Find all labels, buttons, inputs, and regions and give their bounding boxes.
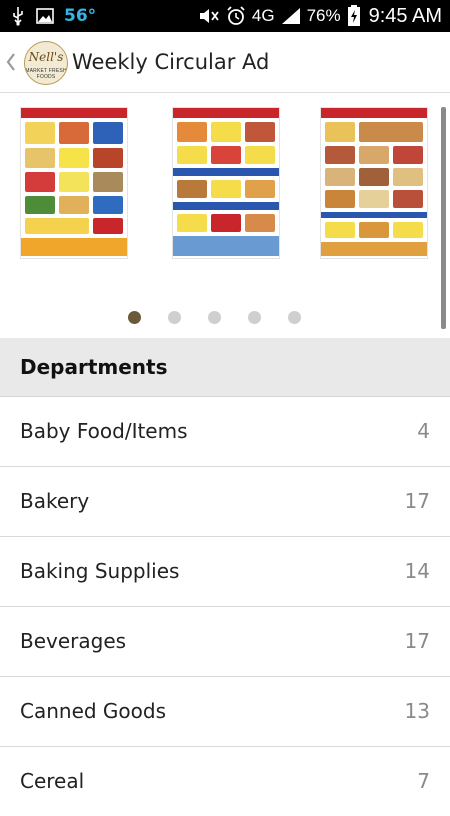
department-row-baby-food[interactable]: Baby Food/Items 4 — [0, 397, 450, 467]
department-count: 7 — [417, 769, 430, 793]
department-label: Beverages — [20, 629, 127, 653]
page-indicator — [0, 310, 450, 326]
page-dot-1[interactable] — [128, 311, 141, 324]
circular-carousel[interactable] — [0, 93, 450, 338]
department-count: 17 — [404, 629, 430, 653]
app-logo[interactable]: Nell's MARKET FRESH FOODS — [24, 41, 68, 85]
department-label: Baking Supplies — [20, 559, 180, 583]
circular-page-1[interactable] — [20, 107, 128, 259]
carousel-scrollbar[interactable] — [441, 107, 446, 329]
circular-page-2[interactable] — [172, 107, 280, 259]
department-label: Bakery — [20, 489, 90, 513]
circular-page-3[interactable] — [320, 107, 428, 259]
department-row-cereal[interactable]: Cereal 7 — [0, 747, 450, 800]
signal-icon — [281, 8, 300, 24]
department-count: 14 — [404, 559, 430, 583]
department-row-beverages[interactable]: Beverages 17 — [0, 607, 450, 677]
battery-percent: 76% — [306, 6, 341, 25]
mute-icon — [199, 9, 219, 23]
temperature-label: 56° — [64, 6, 97, 26]
page-dot-2[interactable] — [168, 311, 181, 324]
department-count: 13 — [404, 699, 430, 723]
department-label: Cereal — [20, 769, 85, 793]
clock: 9:45 AM — [368, 4, 442, 27]
page-dot-4[interactable] — [248, 311, 261, 324]
page-dot-3[interactable] — [208, 311, 221, 324]
action-bar: Nell's MARKET FRESH FOODS Weekly Circula… — [0, 32, 450, 93]
department-row-baking-supplies[interactable]: Baking Supplies 14 — [0, 537, 450, 607]
network-label: 4G — [251, 6, 275, 25]
image-icon — [36, 8, 54, 24]
page-title: Weekly Circular Ad — [72, 50, 270, 74]
departments-title: Departments — [20, 355, 168, 379]
department-count: 4 — [417, 419, 430, 443]
department-label: Baby Food/Items — [20, 419, 188, 443]
logo-script: Nell's — [28, 50, 64, 64]
status-bar: 56° 4G 76% 9:45 AM — [0, 0, 450, 32]
department-count: 17 — [404, 489, 430, 513]
department-label: Canned Goods — [20, 699, 167, 723]
usb-icon — [13, 7, 23, 26]
department-row-canned-goods[interactable]: Canned Goods 13 — [0, 677, 450, 747]
department-row-bakery[interactable]: Bakery 17 — [0, 467, 450, 537]
alarm-icon — [227, 6, 245, 25]
logo-subtext: MARKET FRESH FOODS — [25, 68, 67, 80]
chevron-left-icon[interactable] — [4, 50, 18, 74]
page-dot-5[interactable] — [288, 311, 301, 324]
departments-header: Departments — [0, 338, 450, 397]
battery-charging-icon — [347, 5, 360, 26]
